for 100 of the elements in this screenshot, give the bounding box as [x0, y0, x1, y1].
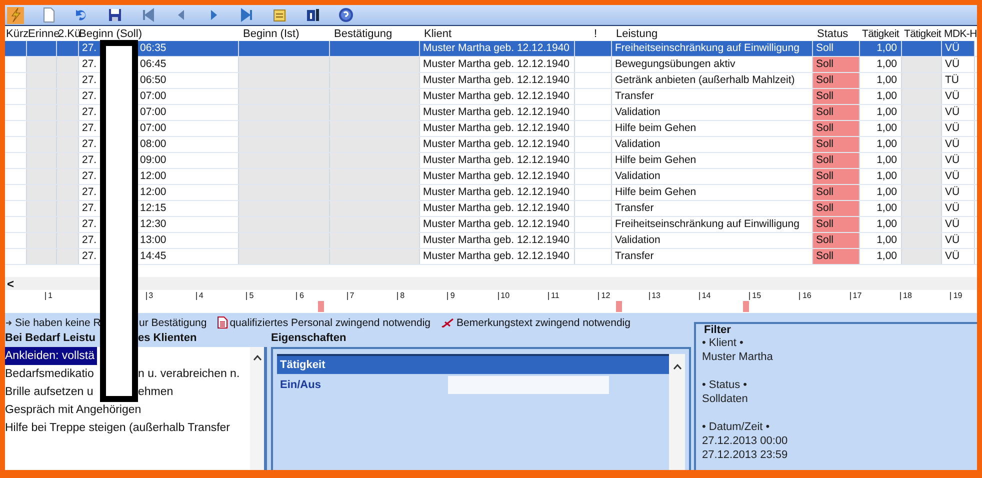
table-cell: Soll: [813, 185, 860, 200]
hour-tick-label: 1: [45, 292, 96, 300]
notepad-icon[interactable]: [271, 6, 288, 24]
table-cell: VÜ: [942, 89, 975, 104]
save-icon[interactable]: [106, 6, 123, 24]
table-cell: Soll: [813, 217, 860, 232]
input-field[interactable]: [448, 376, 609, 394]
list-item[interactable]: Gespräch mit Angehörigen: [5, 401, 142, 419]
column-header[interactable]: Tätigkeit: [902, 28, 942, 40]
hour-tick-label: 7: [346, 292, 398, 300]
table-cell: Soll: [813, 89, 860, 104]
table-cell: Soll: [813, 105, 860, 120]
help-icon[interactable]: [337, 6, 354, 24]
timeline-marker: [318, 301, 324, 312]
table-cell: Soll: [813, 41, 860, 56]
timeline-marker: [616, 301, 622, 312]
table-row[interactable]: 27. 07:00 Muster Martha geb. 12.12.1940 Validation Soll 1,00 VÜ: [5, 105, 977, 121]
hour-tick-label: 10: [498, 292, 548, 300]
table-cell: VÜ: [942, 41, 975, 56]
hour-tick-label: 17: [850, 292, 900, 300]
table-row[interactable]: 27. 07:00 Muster Martha geb. 12.12.1940 Hilfe beim Gehen Soll 1,00 VÜ: [5, 121, 977, 137]
column-header[interactable]: !: [575, 28, 612, 40]
panel-title: Bei Bedarf Leistu es Klienten: [5, 332, 198, 346]
table-cell: Soll: [813, 249, 860, 264]
legend-text: qualifiziertes Personal zwingend notwendig: [230, 316, 431, 328]
list-item[interactable]: Brille aufsetzen u ehmen: [5, 383, 174, 401]
table-cell: Validation: [612, 105, 813, 120]
column-header[interactable]: Bestätigung: [330, 28, 420, 40]
last-record-icon[interactable]: [238, 6, 255, 24]
table-cell: 08:00: [137, 137, 239, 152]
column-header[interactable]: 2.Kü: [57, 28, 79, 40]
table-cell: Soll: [813, 233, 860, 248]
column-header[interactable]: Leistung: [612, 28, 813, 40]
column-header[interactable]: MDK-H: [942, 28, 975, 40]
panel-title: Filter: [702, 324, 733, 336]
table-row[interactable]: 27. 13:00 Muster Martha geb. 12.12.1940 Validation Soll 1,00 VÜ: [5, 233, 977, 249]
table-row[interactable]: 27. 07:00 Muster Martha geb. 12.12.1940 Transfer Soll 1,00 VÜ: [5, 89, 977, 105]
table-cell: VÜ: [942, 137, 975, 152]
table-cell: 06:50: [137, 73, 239, 88]
category-header: Tätigkeit: [277, 356, 669, 374]
table-cell: 07:00: [137, 105, 239, 120]
hour-tick-label: 8: [397, 292, 448, 300]
table-cell: VÜ: [942, 153, 975, 168]
scroll-up-icon[interactable]: [252, 355, 262, 361]
table-cell: 09:00: [137, 153, 239, 168]
table-row[interactable]: 27. 12:00 Muster Martha geb. 12.12.1940 Hilfe beim Gehen Soll 1,00 VÜ: [5, 185, 977, 201]
hour-tick-label: 16: [799, 292, 850, 300]
table-row[interactable]: 27. 12:00 Muster Martha geb. 12.12.1940 Validation Soll 1,00 VÜ: [5, 169, 977, 185]
table-cell: Transfer: [612, 249, 813, 264]
table-row[interactable]: 27. 08:00 Muster Martha geb. 12.12.1940 Validation Soll 1,00 VÜ: [5, 137, 977, 153]
table-cell: Validation: [612, 233, 813, 248]
scrollbar[interactable]: [250, 347, 264, 470]
table-cell: Soll: [813, 57, 860, 72]
panel-title: Eigenschaften: [271, 332, 348, 346]
filter-label: • Klient •: [702, 336, 744, 350]
column-header[interactable]: Kürz: [5, 28, 27, 40]
hour-tick-label: 5: [246, 292, 296, 300]
filter-value: Muster Martha: [702, 350, 774, 364]
table-cell: Freiheitseinschränkung auf Einwilligung: [612, 41, 813, 56]
hour-tick-label: 13: [648, 292, 699, 300]
table-cell: VÜ: [942, 57, 975, 72]
table-cell: VÜ: [942, 169, 975, 184]
lightning-icon[interactable]: [7, 6, 24, 24]
filter-value: Solldaten: [702, 392, 749, 406]
filter-value: 27.12.2013 00:00: [702, 434, 789, 448]
hour-tick-label: 18: [900, 292, 950, 300]
filter-label: • Datum/Zeit •: [702, 420, 771, 434]
table-cell: Validation: [612, 137, 813, 152]
legend-text: Sie haben keine R ur Bestätigung: [15, 316, 207, 328]
table-cell: Soll: [813, 137, 860, 152]
table-cell: 06:35: [137, 41, 239, 56]
table-cell: Validation: [612, 169, 813, 184]
scroll-up-icon[interactable]: [672, 364, 682, 370]
table-row[interactable]: 27. 14:45 Muster Martha geb. 12.12.1940 Transfer Soll 1,00 VÜ: [5, 249, 977, 265]
table-row[interactable]: 27. 09:00 Muster Martha geb. 12.12.1940 Hilfe beim Gehen Soll 1,00 VÜ: [5, 153, 977, 169]
column-header[interactable]: Status: [813, 28, 860, 40]
table-cell: 06:45: [137, 57, 239, 72]
table-cell: Transfer: [612, 201, 813, 216]
column-header[interactable]: Erinne: [27, 28, 57, 40]
legend-text: Bemerkungstext zwingend notwendig: [456, 316, 630, 328]
list-item[interactable]: Bedarfsmedikatio n u. verabreichen n.: [5, 365, 240, 383]
table-cell: Soll: [813, 73, 860, 88]
table-cell: Soll: [813, 169, 860, 184]
timeline-marker: [743, 301, 749, 312]
table-cell: 07:00: [137, 121, 239, 136]
column-header[interactable]: Beginn (Soll): [79, 28, 239, 40]
hour-tick-label: 12: [598, 292, 649, 300]
column-header[interactable]: Beginn (Ist): [239, 28, 330, 40]
table-row[interactable]: 27. 12:15 Muster Martha geb. 12.12.1940 Transfer Soll 1,00 VÜ: [5, 201, 977, 217]
table-cell: 07:00: [137, 89, 239, 104]
property-label: Ein/Aus: [279, 379, 322, 391]
list-item[interactable]: Ankleiden: vollstä: [5, 347, 96, 365]
table-cell: 1,00: [860, 41, 902, 56]
scrollbar[interactable]: [669, 354, 685, 470]
column-header[interactable]: Klient: [420, 28, 575, 40]
column-header[interactable]: Tätigkeit: [860, 28, 902, 40]
table-cell: VÜ: [942, 201, 975, 216]
scroll-left-button[interactable]: <: [5, 276, 14, 290]
filter-label: • Status •: [702, 378, 748, 392]
list-item[interactable]: Hilfe bei Treppe steigen (außerhalb Transfer: [5, 419, 230, 437]
